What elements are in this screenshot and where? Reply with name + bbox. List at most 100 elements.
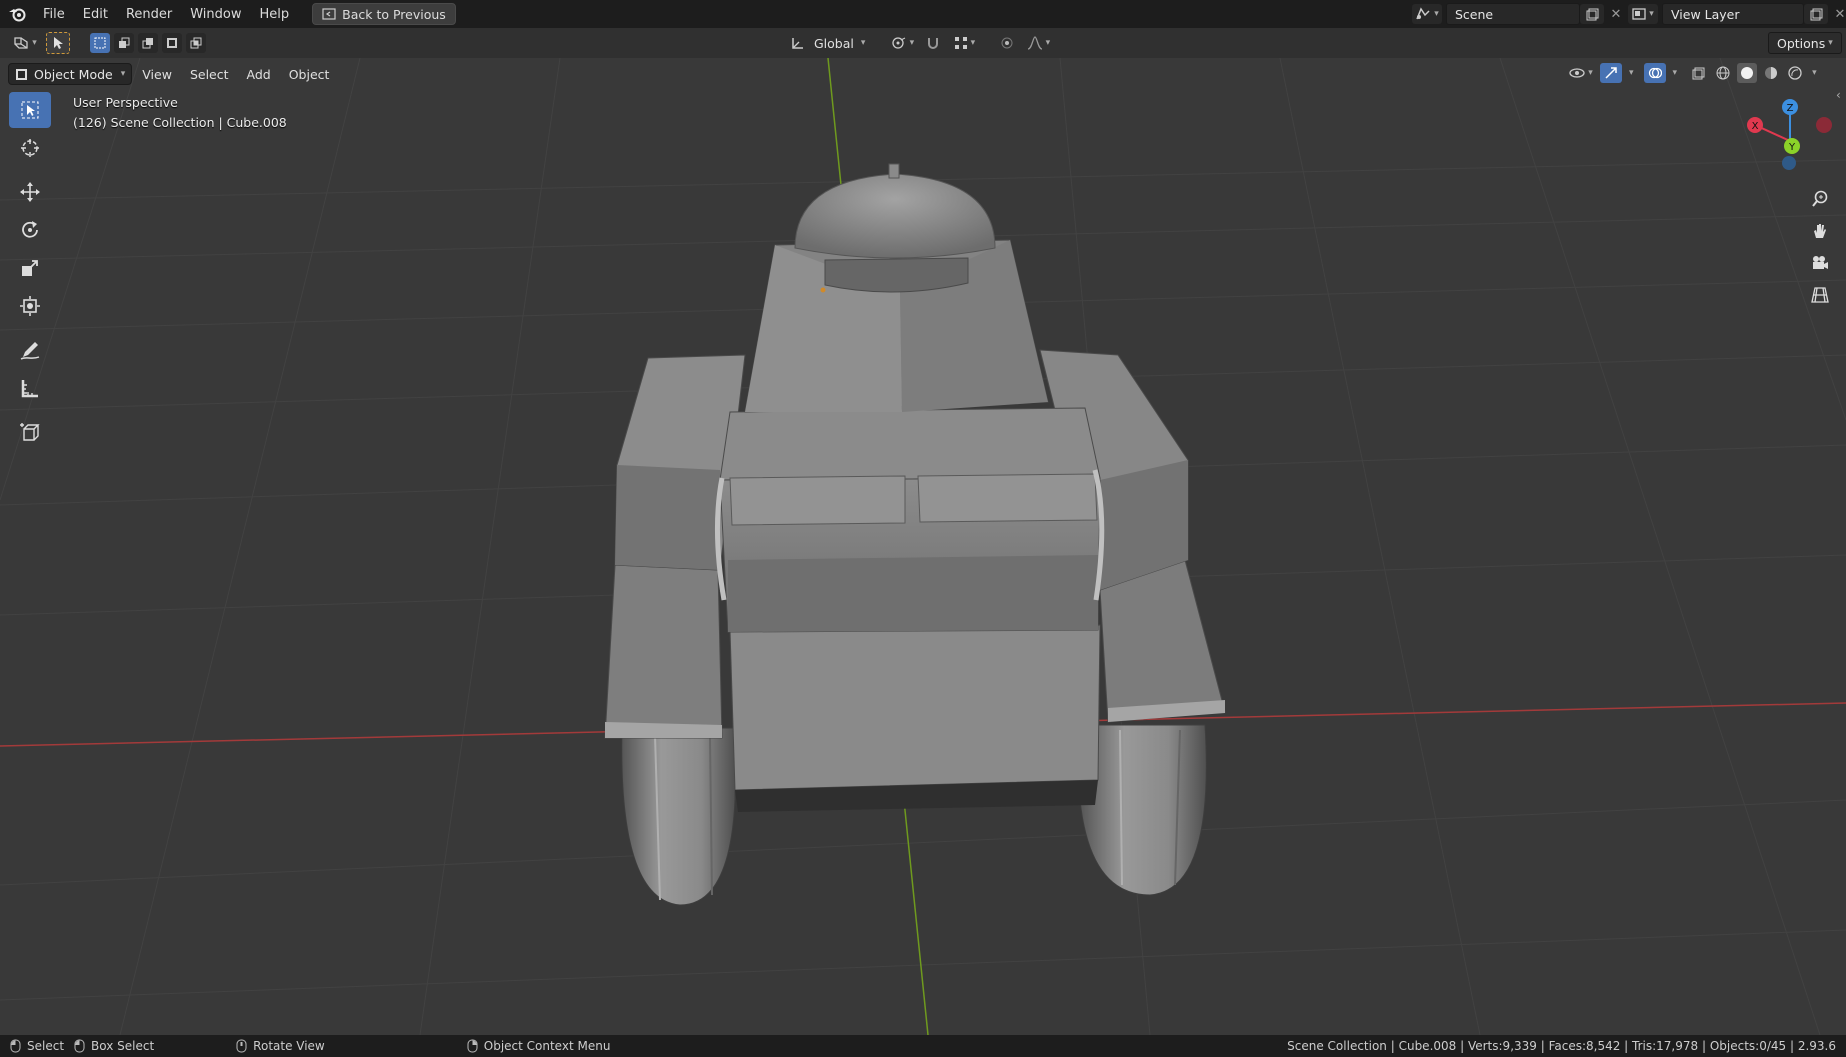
falloff-icon[interactable]: ▾ xyxy=(1023,33,1053,53)
visibility-icon[interactable]: ▾ xyxy=(1566,63,1596,83)
menu-window[interactable]: Window xyxy=(181,7,250,22)
view-layer-icon[interactable]: ▾ xyxy=(1628,4,1658,24)
status-rotate-view-label: Rotate View xyxy=(253,1039,325,1053)
status-bar: Select Box Select Rotate View Object Con… xyxy=(0,1035,1846,1057)
scale-icon xyxy=(22,260,38,276)
perspective-toggle-icon[interactable] xyxy=(1807,282,1833,308)
object-mode-label: Object Mode xyxy=(34,66,113,82)
3d-viewport[interactable]: Object Mode ▾ View Select Add Object ▾ ▾… xyxy=(0,58,1846,1035)
options-label: Options xyxy=(1777,35,1826,51)
select-mode-extend-icon[interactable] xyxy=(114,33,134,53)
snap-target-icon[interactable]: ▾ xyxy=(949,33,979,53)
select-tool-icon[interactable] xyxy=(46,32,70,54)
mouse-left-icon xyxy=(10,1039,21,1053)
new-scene-icon[interactable] xyxy=(1580,4,1604,24)
editor-type-icon[interactable]: ▾ xyxy=(8,33,42,53)
gizmo-dropdown-icon[interactable]: ▾ xyxy=(1629,68,1634,78)
annotate-pencil-icon xyxy=(20,342,40,360)
status-select-label: Select xyxy=(27,1039,65,1053)
shading-solid-icon[interactable] xyxy=(1737,63,1758,83)
sidebar-toggle-icon[interactable]: ‹ xyxy=(1836,88,1841,102)
measure-ruler-icon xyxy=(21,380,38,398)
gizmo-toggle-icon[interactable] xyxy=(1600,63,1622,83)
left-toolbar xyxy=(6,92,54,452)
status-context-menu-hint: Object Context Menu xyxy=(467,1039,610,1053)
tool-move[interactable] xyxy=(9,174,51,210)
select-mode-intersect-icon[interactable] xyxy=(186,33,206,53)
options-dropdown[interactable]: Options ▾ xyxy=(1768,32,1842,54)
back-to-previous-button[interactable]: Back to Previous xyxy=(312,3,456,25)
new-view-layer-icon[interactable] xyxy=(1804,4,1828,24)
menu-file[interactable]: File xyxy=(34,7,74,22)
gizmo-neg-x-icon[interactable] xyxy=(1816,117,1832,133)
overlays-dropdown-icon[interactable]: ▾ xyxy=(1673,68,1678,78)
menu-render[interactable]: Render xyxy=(117,7,181,22)
viewport-menu-object[interactable]: Object xyxy=(281,67,338,82)
object-mode-icon xyxy=(16,68,27,80)
select-mode-new-icon[interactable] xyxy=(90,33,110,53)
overlays-toggle-icon[interactable] xyxy=(1643,63,1666,83)
viewport-menu-add[interactable]: Add xyxy=(239,67,279,82)
gizmo-z-label: Z xyxy=(1787,103,1794,114)
proportional-editing-icon[interactable] xyxy=(995,33,1019,53)
tool-transform[interactable] xyxy=(9,288,51,324)
view-name-label: User Perspective xyxy=(73,95,178,110)
cursor-icon xyxy=(21,139,39,157)
viewport-menu-select[interactable]: Select xyxy=(182,67,237,82)
gizmo-x-label: X xyxy=(1752,121,1759,132)
transform-orientation-label[interactable]: Global xyxy=(814,36,854,51)
tool-cursor[interactable] xyxy=(9,130,51,166)
select-mode-invert-icon[interactable] xyxy=(162,33,182,53)
status-box-select-label: Box Select xyxy=(91,1039,155,1053)
pan-hand-icon[interactable] xyxy=(1807,218,1833,244)
tool-add-cube[interactable] xyxy=(9,414,51,450)
transform-icon xyxy=(20,296,40,316)
transform-orientation-icon[interactable] xyxy=(786,33,810,53)
close-view-layer-icon[interactable]: ✕ xyxy=(1828,4,1846,24)
add-cube-icon xyxy=(20,423,40,441)
mouse-drag-icon xyxy=(74,1039,85,1053)
menu-edit[interactable]: Edit xyxy=(74,7,117,22)
tool-scale[interactable] xyxy=(9,250,51,286)
object-mode-dropdown[interactable]: Object Mode ▾ xyxy=(8,63,133,85)
mouse-right-icon xyxy=(467,1039,478,1053)
shading-material-icon[interactable] xyxy=(1761,63,1781,83)
snap-toggle-icon[interactable] xyxy=(921,33,945,53)
mouse-middle-icon xyxy=(236,1039,247,1053)
tool-annotate[interactable] xyxy=(9,332,51,368)
scene-name-field[interactable]: Scene xyxy=(1446,3,1580,25)
view-layer-field[interactable]: View Layer xyxy=(1662,3,1804,25)
gizmo-y-label: Y xyxy=(1788,142,1796,153)
shading-wireframe-icon[interactable] xyxy=(1713,63,1733,83)
shading-dropdown-icon[interactable]: ▾ xyxy=(1812,68,1817,78)
pivot-point-icon[interactable]: ▾ xyxy=(887,33,917,53)
camera-view-icon[interactable] xyxy=(1807,250,1833,276)
scene-statistics: Scene Collection | Cube.008 | Verts:9,33… xyxy=(1287,1039,1836,1053)
tank-model[interactable] xyxy=(604,163,1226,906)
tool-rotate[interactable] xyxy=(9,212,51,248)
viewport-menu-view[interactable]: View xyxy=(134,67,180,82)
collection-info-label: (126) Scene Collection | Cube.008 xyxy=(73,115,287,130)
status-box-select-hint: Box Select xyxy=(74,1039,154,1053)
back-to-previous-label: Back to Previous xyxy=(342,6,446,22)
rotate-icon xyxy=(22,221,38,238)
move-icon xyxy=(20,182,40,202)
viewport-header: Object Mode ▾ View Select Add Object xyxy=(8,62,337,86)
blender-logo-icon[interactable] xyxy=(0,6,34,22)
gizmo-neg-z-icon[interactable] xyxy=(1782,156,1796,170)
zoom-icon[interactable] xyxy=(1807,186,1833,212)
top-menu-bar: File Edit Render Window Help Back to Pre… xyxy=(0,0,1846,28)
xray-toggle-icon[interactable] xyxy=(1687,63,1709,83)
menu-help[interactable]: Help xyxy=(251,7,299,22)
tool-select-box[interactable] xyxy=(9,92,51,128)
close-scene-icon[interactable]: ✕ xyxy=(1604,4,1628,24)
tool-measure[interactable] xyxy=(9,370,51,406)
select-mode-subtract-icon[interactable] xyxy=(138,33,158,53)
scene-selector: ▾ Scene ✕ xyxy=(1412,3,1628,25)
shading-rendered-icon[interactable] xyxy=(1785,63,1805,83)
view-layer-selector: ▾ View Layer ✕ xyxy=(1628,3,1846,25)
status-rotate-view-hint: Rotate View xyxy=(236,1039,325,1053)
scene-icon[interactable]: ▾ xyxy=(1412,4,1442,24)
navigation-gizmo[interactable]: Z X Y xyxy=(1740,94,1840,184)
back-icon xyxy=(322,8,336,20)
